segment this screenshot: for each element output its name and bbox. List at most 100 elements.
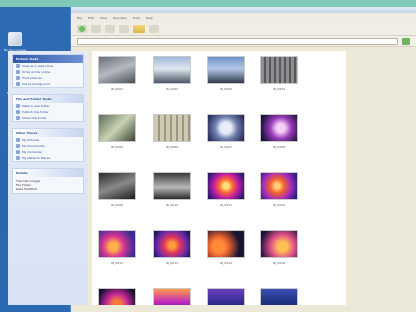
task-icon	[16, 156, 20, 160]
thumbnail-caption: IR_0012	[272, 203, 286, 207]
thumbnail-image	[153, 230, 191, 258]
thumbnail[interactable]: IR_0008	[260, 114, 298, 149]
thumbnail-caption: IR_0004	[272, 87, 286, 91]
thumbnail-caption: IR_0003	[219, 87, 233, 91]
picture-tasks-panel: Picture Tasks View as a slide show Order …	[12, 54, 84, 88]
thumbnail-image	[260, 172, 298, 200]
task-label: My Computer	[22, 150, 43, 154]
task-label: Publish this folder	[22, 110, 49, 114]
thumbnail-caption: IR_0010	[165, 203, 179, 207]
desktop-icon[interactable]: My Documents	[2, 32, 28, 52]
up-button[interactable]	[105, 24, 115, 33]
thumbnail[interactable]: IR_0014	[153, 230, 191, 265]
thumbnail-caption: IR_0009	[110, 203, 124, 207]
task-icon	[16, 76, 20, 80]
thumbnail[interactable]: IR_0005	[98, 114, 136, 149]
details-text: Thermal Images File Folder Date Modified	[13, 177, 83, 193]
task-label: Order prints online	[22, 70, 51, 74]
thumbnail-image	[153, 56, 191, 84]
address-input[interactable]	[77, 37, 398, 45]
thumbnail-image	[260, 288, 298, 305]
thumbnail[interactable]: IR_0013	[98, 230, 136, 265]
thumbnail[interactable]: IR_0007	[207, 114, 245, 149]
thumbnail-image	[207, 56, 245, 84]
menu-item[interactable]: File	[77, 16, 82, 20]
menu-item[interactable]: View	[100, 16, 107, 20]
address-bar	[71, 36, 416, 47]
thumbnail[interactable]: IR_0018	[153, 288, 191, 305]
task-icon	[16, 150, 20, 154]
file-tasks-panel: File and Folder Tasks Make a new folder P…	[12, 94, 84, 122]
thumbnail-caption: IR_0013	[110, 261, 124, 265]
details-line: Date Modified	[16, 187, 37, 191]
search-button[interactable]	[119, 24, 129, 33]
thumbnail-image	[98, 230, 136, 258]
task-icon	[16, 116, 20, 120]
thumbnail[interactable]: IR_0019	[207, 288, 245, 305]
top-band	[0, 0, 416, 7]
thumbnail[interactable]: IR_0009	[98, 172, 136, 207]
menu-item[interactable]: Favorites	[113, 16, 127, 20]
thumbnail-image	[153, 114, 191, 142]
thumbnail-caption: IR_0014	[165, 261, 179, 265]
thumbnail-image	[260, 56, 298, 84]
thumbnail-image	[207, 172, 245, 200]
thumbnail[interactable]: IR_0010	[153, 172, 191, 207]
views-button[interactable]	[149, 24, 159, 33]
thumbnail-caption: IR_0007	[219, 145, 233, 149]
thumbnail-image	[153, 288, 191, 305]
task-icon	[16, 70, 20, 74]
panel-title[interactable]: Picture Tasks	[13, 55, 83, 63]
panel-title[interactable]: File and Folder Tasks	[13, 95, 83, 103]
thumbnail-image	[260, 230, 298, 258]
task-label: My Pictures	[22, 138, 40, 142]
go-button[interactable]	[402, 37, 410, 45]
back-button[interactable]	[77, 24, 87, 33]
folders-button[interactable]	[133, 24, 145, 33]
task-icon	[16, 110, 20, 114]
thumbnail[interactable]: IR_0020	[260, 288, 298, 305]
thumbnail[interactable]: IR_0017	[98, 288, 136, 305]
task-icon	[16, 64, 20, 68]
thumbnail[interactable]: IR_0001	[98, 56, 136, 91]
other-places-panel: Other Places My Pictures My Documents My C…	[12, 128, 84, 162]
thumbnail[interactable]: IR_0015	[207, 230, 245, 265]
thumbnail[interactable]: IR_0011	[207, 172, 245, 207]
thumbnail-image	[98, 114, 136, 142]
task-link[interactable]: Set as background	[13, 81, 83, 87]
thumbnail[interactable]: IR_0002	[153, 56, 191, 91]
task-icon	[16, 138, 20, 142]
thumbnail-caption: IR_0001	[110, 87, 124, 91]
menu-item[interactable]: Tools	[133, 16, 140, 20]
menu-bar: File Edit View Favorites Tools Help	[71, 13, 416, 22]
thumbnail-caption: IR_0006	[165, 145, 179, 149]
task-link[interactable]: My Network Places	[13, 155, 83, 161]
thumbnail[interactable]: IR_0004	[260, 56, 298, 91]
thumbnail-image	[260, 114, 298, 142]
thumbnail-image	[98, 288, 136, 305]
details-panel: Details Thermal Images File Folder Date Mo…	[12, 168, 84, 194]
thumbnail-caption: IR_0008	[272, 145, 286, 149]
task-link[interactable]: Share this folder	[13, 115, 83, 121]
thumbnail-view: IR_0001 IR_0002 IR_0003 IR_0004 IR_0005 IR_00…	[92, 51, 346, 305]
task-icon	[16, 82, 20, 86]
thumbnail-image	[207, 230, 245, 258]
forward-button[interactable]	[91, 24, 101, 33]
thumbnail-image	[153, 172, 191, 200]
menu-item[interactable]: Help	[146, 16, 153, 20]
task-label: My Network Places	[22, 156, 51, 160]
document-icon	[8, 32, 22, 46]
panel-title[interactable]: Details	[13, 169, 83, 177]
thumbnail[interactable]: IR_0006	[153, 114, 191, 149]
task-pane: Picture Tasks View as a slide show Order …	[8, 51, 88, 305]
task-label: View as a slide show	[22, 64, 53, 68]
panel-title[interactable]: Other Places	[13, 129, 83, 137]
thumbnail[interactable]: IR_0003	[207, 56, 245, 91]
thumbnail[interactable]: IR_0016	[260, 230, 298, 265]
task-icon	[16, 104, 20, 108]
thumbnail[interactable]: IR_0012	[260, 172, 298, 207]
thumbnail-image	[98, 56, 136, 84]
task-label: Set as background	[22, 82, 50, 86]
thumbnail-caption: IR_0015	[219, 261, 233, 265]
menu-item[interactable]: Edit	[88, 16, 94, 20]
